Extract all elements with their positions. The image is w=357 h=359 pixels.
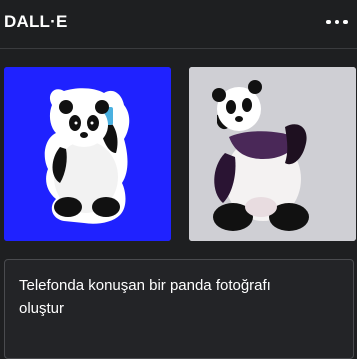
more-icon-dot <box>326 19 331 25</box>
prompt-input[interactable]: Telefonda konuşan bir panda fotoğrafı ol… <box>4 259 354 359</box>
panda-image-1 <box>4 67 171 241</box>
generated-images <box>4 67 356 241</box>
more-icon-dot <box>334 19 340 25</box>
app-title: DALL·E <box>4 12 68 31</box>
generated-image-2[interactable] <box>189 67 356 241</box>
header-divider <box>0 48 357 49</box>
app-header: DALL·E <box>0 0 357 44</box>
panda-image-2 <box>189 67 356 241</box>
more-options-button[interactable] <box>317 0 357 44</box>
more-icon-dot <box>343 19 348 25</box>
generated-image-1[interactable] <box>4 67 171 241</box>
prompt-text: Telefonda konuşan bir panda fotoğrafı ol… <box>19 277 271 317</box>
